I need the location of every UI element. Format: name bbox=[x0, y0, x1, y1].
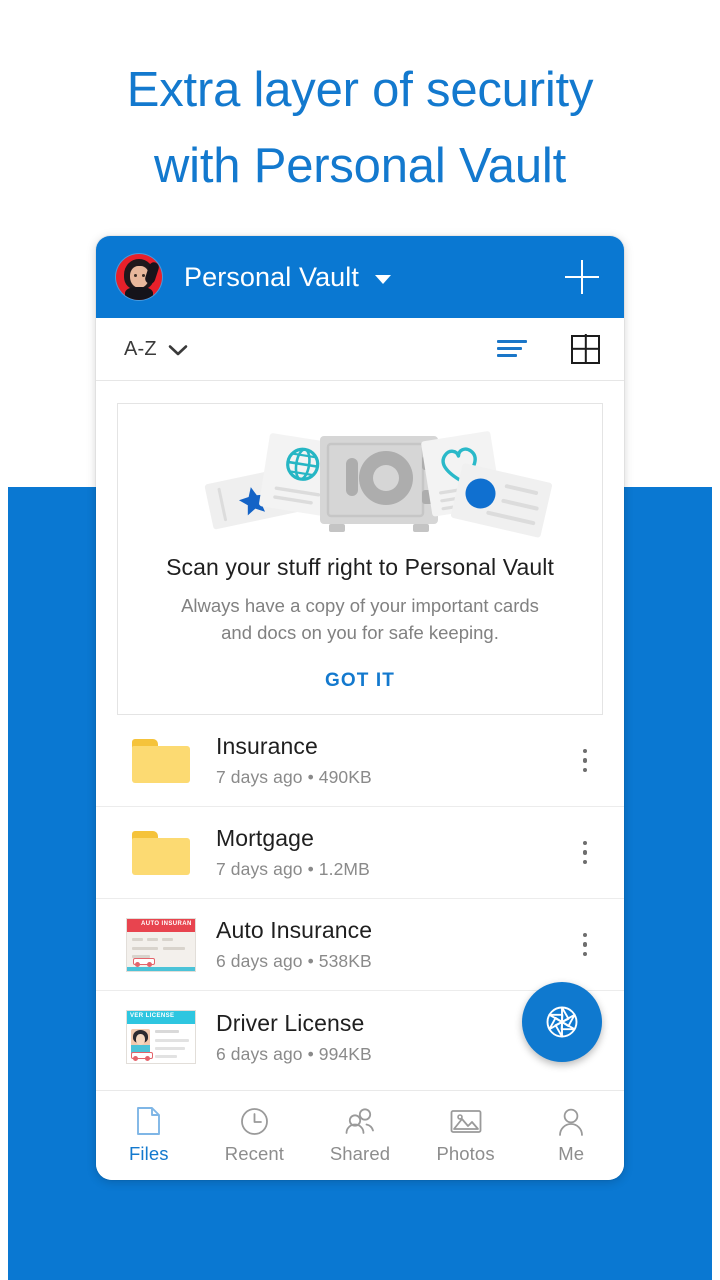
table-row[interactable]: Mortgage 7 days ago • 1.2MB bbox=[96, 807, 624, 899]
file-name: Auto Insurance bbox=[216, 917, 373, 943]
nav-label: Shared bbox=[329, 1143, 391, 1164]
file-meta: 6 days ago • 994KB bbox=[216, 1043, 372, 1064]
document-thumbnail: VER LICENSE bbox=[126, 1010, 196, 1064]
person-icon bbox=[557, 1106, 585, 1136]
scan-document-fab[interactable] bbox=[522, 982, 602, 1062]
nav-item-recent[interactable]: Recent bbox=[202, 1106, 308, 1165]
thumbnail-label: VER LICENSE bbox=[130, 1013, 175, 1019]
plus-icon[interactable] bbox=[562, 257, 602, 297]
promo-card-title: Scan your stuff right to Personal Vault bbox=[166, 554, 554, 580]
nav-label: Recent bbox=[224, 1143, 284, 1164]
clock-icon bbox=[240, 1106, 269, 1136]
kebab-menu-icon[interactable] bbox=[568, 925, 602, 965]
file-meta: 6 days ago • 538KB bbox=[216, 951, 372, 971]
chevron-down-icon[interactable] bbox=[168, 344, 188, 357]
table-row[interactable]: Insurance 7 days ago • 490KB bbox=[96, 715, 624, 807]
people-icon bbox=[343, 1106, 376, 1136]
file-icon bbox=[122, 738, 200, 783]
car-icon bbox=[131, 1049, 153, 1061]
file-name: Insurance bbox=[216, 733, 318, 759]
folder-icon bbox=[132, 738, 190, 783]
kebab-menu-icon[interactable] bbox=[568, 833, 602, 873]
file-name: Driver License bbox=[216, 1009, 365, 1036]
promo-card-subtitle: Always have a copy of your important car… bbox=[181, 595, 539, 643]
car-icon bbox=[133, 955, 155, 967]
file-icon bbox=[122, 830, 200, 875]
grid-view-icon[interactable] bbox=[571, 334, 600, 364]
personal-vault-promo-card: Scan your stuff right to Personal Vault … bbox=[117, 403, 603, 715]
thumbnail-label: AUTO INSURAN bbox=[141, 920, 192, 927]
personal-vault-safe-illustration bbox=[160, 420, 560, 540]
promo-banner-stage: Extra layer of security with Personal Va… bbox=[0, 0, 720, 1280]
nav-item-photos[interactable]: Photos bbox=[413, 1106, 519, 1165]
file-browser-body: Scan your stuff right to Personal Vault … bbox=[96, 381, 624, 1090]
document-icon bbox=[135, 1106, 162, 1136]
user-avatar[interactable] bbox=[116, 254, 162, 300]
file-meta: 7 days ago • 1.2MB bbox=[216, 859, 370, 879]
nav-item-me[interactable]: Me bbox=[518, 1106, 624, 1165]
camera-shutter-icon bbox=[546, 1006, 578, 1038]
nav-item-shared[interactable]: Shared bbox=[307, 1106, 413, 1165]
nav-label: Photos bbox=[436, 1143, 495, 1164]
table-row[interactable]: AUTO INSURAN Auto Insurance 6 days ago •… bbox=[96, 899, 624, 991]
nav-label: Me bbox=[558, 1143, 585, 1164]
document-thumbnail: AUTO INSURAN bbox=[126, 917, 196, 972]
promo-headline: Extra layer of security with Personal Va… bbox=[126, 63, 594, 193]
file-icon: VER LICENSE bbox=[122, 1010, 200, 1064]
sort-label[interactable]: A-Z bbox=[124, 338, 157, 361]
app-bar-title[interactable]: Personal Vault bbox=[184, 262, 359, 293]
file-meta: 7 days ago • 490KB bbox=[216, 767, 372, 787]
chevron-down-icon[interactable] bbox=[375, 275, 392, 284]
got-it-button[interactable]: GOT IT bbox=[325, 670, 395, 692]
phone-mockup: Personal Vault A-Z Scan your stuff right… bbox=[96, 236, 624, 1180]
file-name: Mortgage bbox=[216, 825, 314, 851]
nav-label: Files bbox=[129, 1143, 169, 1164]
kebab-menu-icon[interactable] bbox=[568, 741, 602, 781]
bottom-navigation: Files Recent Shared Photos Me bbox=[96, 1090, 624, 1180]
list-view-icon[interactable] bbox=[497, 334, 537, 364]
folder-icon bbox=[132, 830, 190, 875]
sort-and-view-bar: A-Z bbox=[96, 318, 624, 381]
app-bar: Personal Vault bbox=[96, 236, 624, 318]
file-icon: AUTO INSURAN bbox=[122, 917, 200, 972]
nav-item-files[interactable]: Files bbox=[96, 1106, 202, 1165]
image-icon bbox=[450, 1106, 482, 1136]
